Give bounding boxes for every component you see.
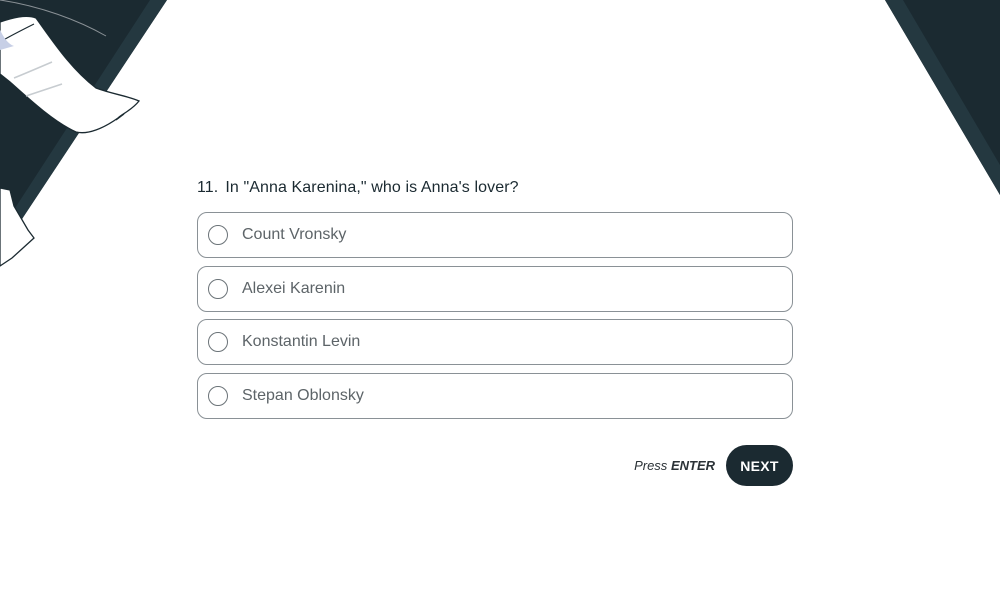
option-label: Count Vronsky xyxy=(242,226,347,243)
question-text: In "Anna Karenina," who is Anna's lover? xyxy=(225,179,519,196)
option-konstantin-levin[interactable]: Konstantin Levin xyxy=(197,319,793,365)
option-count-vronsky[interactable]: Count Vronsky xyxy=(197,212,793,258)
option-label: Alexei Karenin xyxy=(242,279,346,297)
next-button[interactable]: NEXT xyxy=(726,445,793,486)
option-stepan-oblonsky[interactable]: Stepan Oblonsky xyxy=(197,372,793,419)
hint-key: ENTER xyxy=(670,458,715,473)
paper-scroll-illustration-icon xyxy=(0,0,167,267)
radio-button[interactable] xyxy=(208,332,228,352)
option-label: Stepan Oblonsky xyxy=(242,386,364,404)
radio-button[interactable] xyxy=(208,385,228,406)
option-label: Konstantin Levin xyxy=(242,333,361,350)
hint-prefix: Press xyxy=(634,458,668,473)
radio-button[interactable] xyxy=(208,278,228,299)
question-number: 11. xyxy=(197,179,219,196)
question-title: 11. In "Anna Karenina," who is Anna's lov… xyxy=(197,179,797,197)
answer-options: Count Vronsky Alexei Karenin Konstantin … xyxy=(197,212,793,426)
quiz-footer: Press ENTER NEXT xyxy=(600,445,793,486)
radio-button[interactable] xyxy=(208,225,228,245)
dark-diagonal-shape-icon xyxy=(885,0,1000,195)
option-alexei-karenin[interactable]: Alexei Karenin xyxy=(197,265,793,312)
keyboard-hint: Press ENTER xyxy=(634,458,715,473)
quiz-page: 11. In "Anna Karenina," who is Anna's lov… xyxy=(0,0,1000,594)
